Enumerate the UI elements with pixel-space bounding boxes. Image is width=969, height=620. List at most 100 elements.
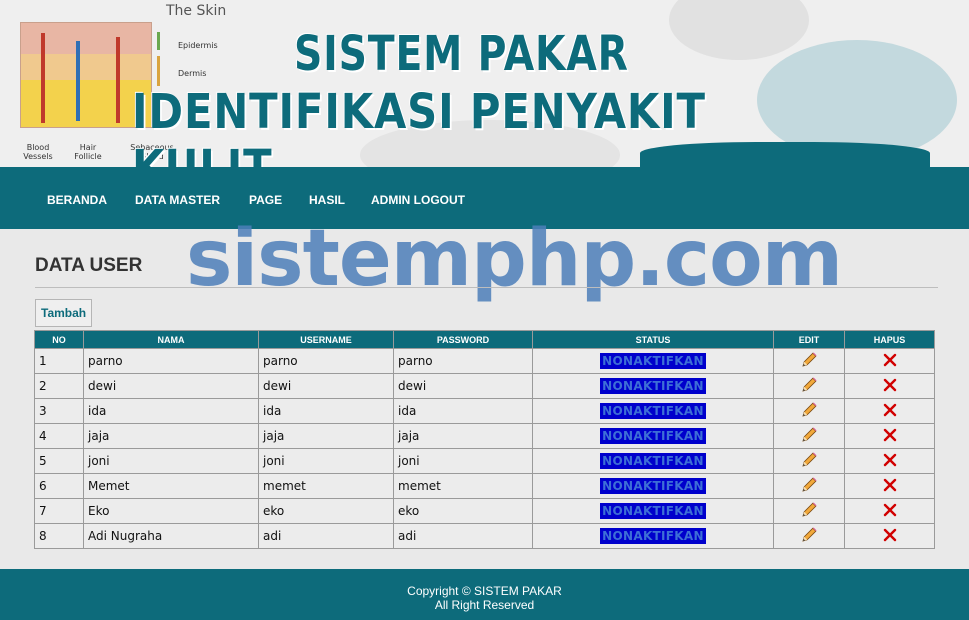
cell-hapus — [844, 448, 935, 474]
column-header-status: STATUS — [532, 330, 774, 349]
table-row: 7 Eko eko eko NONAKTIFKAN — [34, 498, 935, 524]
close-icon[interactable] — [883, 428, 897, 442]
cell-no: 6 — [34, 473, 84, 499]
skin-label-blood-vessels: Blood Vessels — [23, 143, 53, 161]
cell-nama: parno — [83, 348, 259, 374]
cell-edit — [773, 423, 845, 449]
nav-item-admin-logout[interactable]: ADMIN LOGOUT — [371, 193, 465, 207]
close-icon[interactable] — [883, 378, 897, 392]
skin-diagram-title: The Skin — [166, 3, 227, 19]
footer-copyright: Copyright © SISTEM PAKAR — [407, 584, 562, 598]
close-icon[interactable] — [883, 528, 897, 542]
cell-hapus — [844, 423, 935, 449]
pencil-icon[interactable] — [801, 401, 818, 418]
cell-password: ida — [393, 398, 533, 424]
pencil-icon[interactable] — [801, 376, 818, 393]
deactivate-button[interactable]: NONAKTIFKAN — [600, 403, 706, 419]
deactivate-button[interactable]: NONAKTIFKAN — [600, 503, 706, 519]
cell-hapus — [844, 348, 935, 374]
pencil-icon[interactable] — [801, 351, 818, 368]
cell-edit — [773, 373, 845, 399]
footer: Copyright © SISTEM PAKAR All Right Reser… — [0, 569, 969, 620]
header-banner: The Skin Epidermis Dermis Blood Vessels … — [0, 0, 969, 167]
column-header-nama: NAMA — [83, 330, 259, 349]
add-user-button[interactable]: Tambah — [35, 299, 93, 327]
cell-password: jaja — [393, 423, 533, 449]
pencil-icon[interactable] — [801, 501, 818, 518]
column-header-hapus: HAPUS — [844, 330, 935, 349]
cell-no: 4 — [34, 423, 84, 449]
column-header-password: PASSWORD — [393, 330, 533, 349]
cell-edit — [773, 473, 845, 499]
table-row: 6 Memet memet memet NONAKTIFKAN — [34, 473, 935, 499]
user-table: NO NAMA USERNAME PASSWORD STATUS EDIT HA… — [34, 330, 935, 549]
nav-item-beranda[interactable]: BERANDA — [47, 193, 107, 207]
close-icon[interactable] — [883, 453, 897, 467]
cell-hapus — [844, 373, 935, 399]
cell-edit — [773, 523, 845, 549]
deactivate-button[interactable]: NONAKTIFKAN — [600, 453, 706, 469]
cell-edit — [773, 398, 845, 424]
cell-username: joni — [258, 448, 394, 474]
deactivate-button[interactable]: NONAKTIFKAN — [600, 428, 706, 444]
close-icon[interactable] — [883, 353, 897, 367]
cell-hapus — [844, 523, 935, 549]
cell-nama: joni — [83, 448, 259, 474]
cell-status: NONAKTIFKAN — [532, 448, 774, 474]
deactivate-button[interactable]: NONAKTIFKAN — [600, 353, 706, 369]
cell-nama: Memet — [83, 473, 259, 499]
deactivate-button[interactable]: NONAKTIFKAN — [600, 378, 706, 394]
pencil-icon[interactable] — [801, 476, 818, 493]
cell-status: NONAKTIFKAN — [532, 498, 774, 524]
cell-password: parno — [393, 348, 533, 374]
table-row: 4 jaja jaja jaja NONAKTIFKAN — [34, 423, 935, 449]
cell-password: eko — [393, 498, 533, 524]
deactivate-button[interactable]: NONAKTIFKAN — [600, 528, 706, 544]
footer-rights: All Right Reserved — [434, 598, 535, 612]
cell-no: 7 — [34, 498, 84, 524]
cell-no: 3 — [34, 398, 84, 424]
nav-item-hasil[interactable]: HASIL — [309, 193, 345, 207]
close-icon[interactable] — [883, 478, 897, 492]
cell-username: adi — [258, 523, 394, 549]
column-header-username: USERNAME — [258, 330, 394, 349]
cell-username: dewi — [258, 373, 394, 399]
cell-no: 2 — [34, 373, 84, 399]
cell-password: dewi — [393, 373, 533, 399]
table-row: 8 Adi Nugraha adi adi NONAKTIFKAN — [34, 523, 935, 549]
skin-label-epidermis: Epidermis — [178, 41, 218, 50]
cell-no: 5 — [34, 448, 84, 474]
epidermis-marker — [157, 32, 160, 50]
skin-label-dermis: Dermis — [178, 69, 207, 78]
cell-nama: dewi — [83, 373, 259, 399]
cell-status: NONAKTIFKAN — [532, 348, 774, 374]
cell-no: 1 — [34, 348, 84, 374]
skin-label-hair-follicle: Hair Follicle — [74, 143, 102, 161]
title-divider — [35, 287, 938, 288]
cell-hapus — [844, 398, 935, 424]
cell-status: NONAKTIFKAN — [532, 398, 774, 424]
cell-nama: Eko — [83, 498, 259, 524]
pencil-icon[interactable] — [801, 451, 818, 468]
cell-edit — [773, 498, 845, 524]
pencil-icon[interactable] — [801, 526, 818, 543]
cell-password: joni — [393, 448, 533, 474]
page-title: DATA USER — [35, 255, 143, 276]
table-row: 2 dewi dewi dewi NONAKTIFKAN — [34, 373, 935, 399]
nav-item-data-master[interactable]: DATA MASTER — [135, 193, 220, 207]
cell-nama: Adi Nugraha — [83, 523, 259, 549]
column-header-edit: EDIT — [773, 330, 845, 349]
nav-item-page[interactable]: PAGE — [249, 193, 282, 207]
cell-edit — [773, 448, 845, 474]
close-icon[interactable] — [883, 503, 897, 517]
column-header-no: NO — [34, 330, 84, 349]
cell-username: jaja — [258, 423, 394, 449]
deactivate-button[interactable]: NONAKTIFKAN — [600, 478, 706, 494]
cell-password: memet — [393, 473, 533, 499]
cell-nama: ida — [83, 398, 259, 424]
pencil-icon[interactable] — [801, 426, 818, 443]
cell-password: adi — [393, 523, 533, 549]
cell-status: NONAKTIFKAN — [532, 473, 774, 499]
cell-hapus — [844, 473, 935, 499]
close-icon[interactable] — [883, 403, 897, 417]
